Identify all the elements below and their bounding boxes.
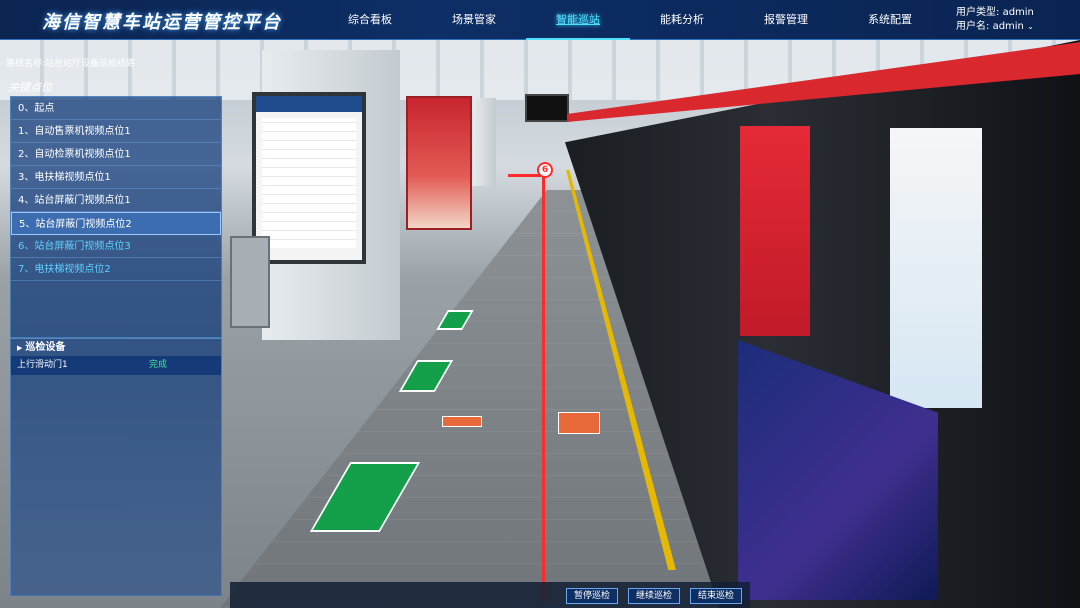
- key-points-title: 关键点位: [8, 81, 52, 94]
- user-name-label: 用户名:: [956, 21, 990, 32]
- nav-alarm[interactable]: 报警管理: [734, 0, 838, 40]
- nav-label: 能耗分析: [660, 13, 704, 26]
- user-type-row: 用户类型: admin: [956, 6, 1034, 20]
- key-point-item[interactable]: 3、电扶梯视频点位1: [11, 166, 221, 189]
- chevron-down-icon: ⌄: [1027, 22, 1034, 31]
- key-points-list: 0、起点 1、自动售票机视频点位1 2、自动检票机视频点位1 3、电扶梯视频点位…: [10, 96, 222, 338]
- ad-poster-red: [406, 96, 472, 230]
- nav-smart-patrol[interactable]: 智能巡站: [526, 0, 630, 40]
- user-menu[interactable]: 用户名: admin ⌄: [956, 20, 1034, 34]
- user-name-value: admin: [992, 21, 1024, 32]
- caret-right-icon: ▶: [17, 344, 23, 352]
- station-pillar: [472, 98, 496, 186]
- route-name: 路线名称:站台站厅设备巡检线路: [6, 56, 135, 69]
- floor-sign-orange: [558, 412, 600, 434]
- nav-scene-manager[interactable]: 场景管家: [422, 0, 526, 40]
- resume-patrol-button[interactable]: 继续巡检: [628, 588, 680, 604]
- nav-label: 系统配置: [868, 13, 912, 26]
- route-label: 路线名称:: [6, 59, 46, 69]
- ad-poster-mascot: [890, 128, 982, 408]
- key-point-item[interactable]: 6、站台屏蔽门视频点位3: [11, 235, 221, 258]
- device-name: 上行滑动门1: [17, 360, 68, 370]
- info-screen: [525, 94, 569, 122]
- key-point-item[interactable]: 0、起点: [11, 97, 221, 120]
- patrol-devices-title: 巡检设备: [25, 342, 66, 353]
- patrol-devices-panel: ▶ 巡检设备 上行滑动门1 完成: [10, 338, 222, 596]
- user-type-label: 用户类型:: [956, 7, 1000, 18]
- ad-poster: [740, 126, 810, 336]
- patrol-devices-header[interactable]: ▶ 巡检设备: [11, 339, 221, 356]
- nav-label: 智能巡站: [556, 13, 600, 26]
- nav-label: 场景管家: [452, 13, 496, 26]
- nav-label: 综合看板: [348, 13, 392, 26]
- key-point-item[interactable]: 2、自动检票机视频点位1: [11, 143, 221, 166]
- key-point-item[interactable]: 1、自动售票机视频点位1: [11, 120, 221, 143]
- route-value: 站台站厅设备巡检线路: [45, 59, 136, 69]
- top-header: 海信智慧车站运营管控平台 综合看板 场景管家 智能巡站 能耗分析 报警管理 系统…: [0, 0, 1080, 40]
- main-nav: 综合看板 场景管家 智能巡站 能耗分析 报警管理 系统配置: [318, 0, 942, 40]
- trash-bin: [230, 236, 270, 328]
- nav-settings[interactable]: 系统配置: [838, 0, 942, 40]
- nav-energy[interactable]: 能耗分析: [630, 0, 734, 40]
- nav-dashboard[interactable]: 综合看板: [318, 0, 422, 40]
- nav-label: 报警管理: [764, 13, 808, 26]
- device-row[interactable]: 上行滑动门1 完成: [11, 356, 221, 375]
- floor-sign-orange: [442, 416, 482, 427]
- patrol-point-marker[interactable]: 6: [537, 162, 553, 178]
- key-point-item[interactable]: 4、站台屏蔽门视频点位1: [11, 189, 221, 212]
- app-title: 海信智慧车站运营管控平台: [42, 12, 282, 33]
- stop-patrol-button[interactable]: 结束巡检: [690, 588, 742, 604]
- pause-patrol-button[interactable]: 暂停巡检: [566, 588, 618, 604]
- user-info: 用户类型: admin 用户名: admin ⌄: [956, 6, 1034, 34]
- patrol-path: [542, 172, 545, 602]
- user-type-value: admin: [1002, 7, 1034, 18]
- key-point-item-current[interactable]: 5、站台屏蔽门视频点位2: [11, 212, 221, 235]
- key-point-item[interactable]: 7、电扶梯视频点位2: [11, 258, 221, 281]
- device-status: 完成: [149, 360, 168, 370]
